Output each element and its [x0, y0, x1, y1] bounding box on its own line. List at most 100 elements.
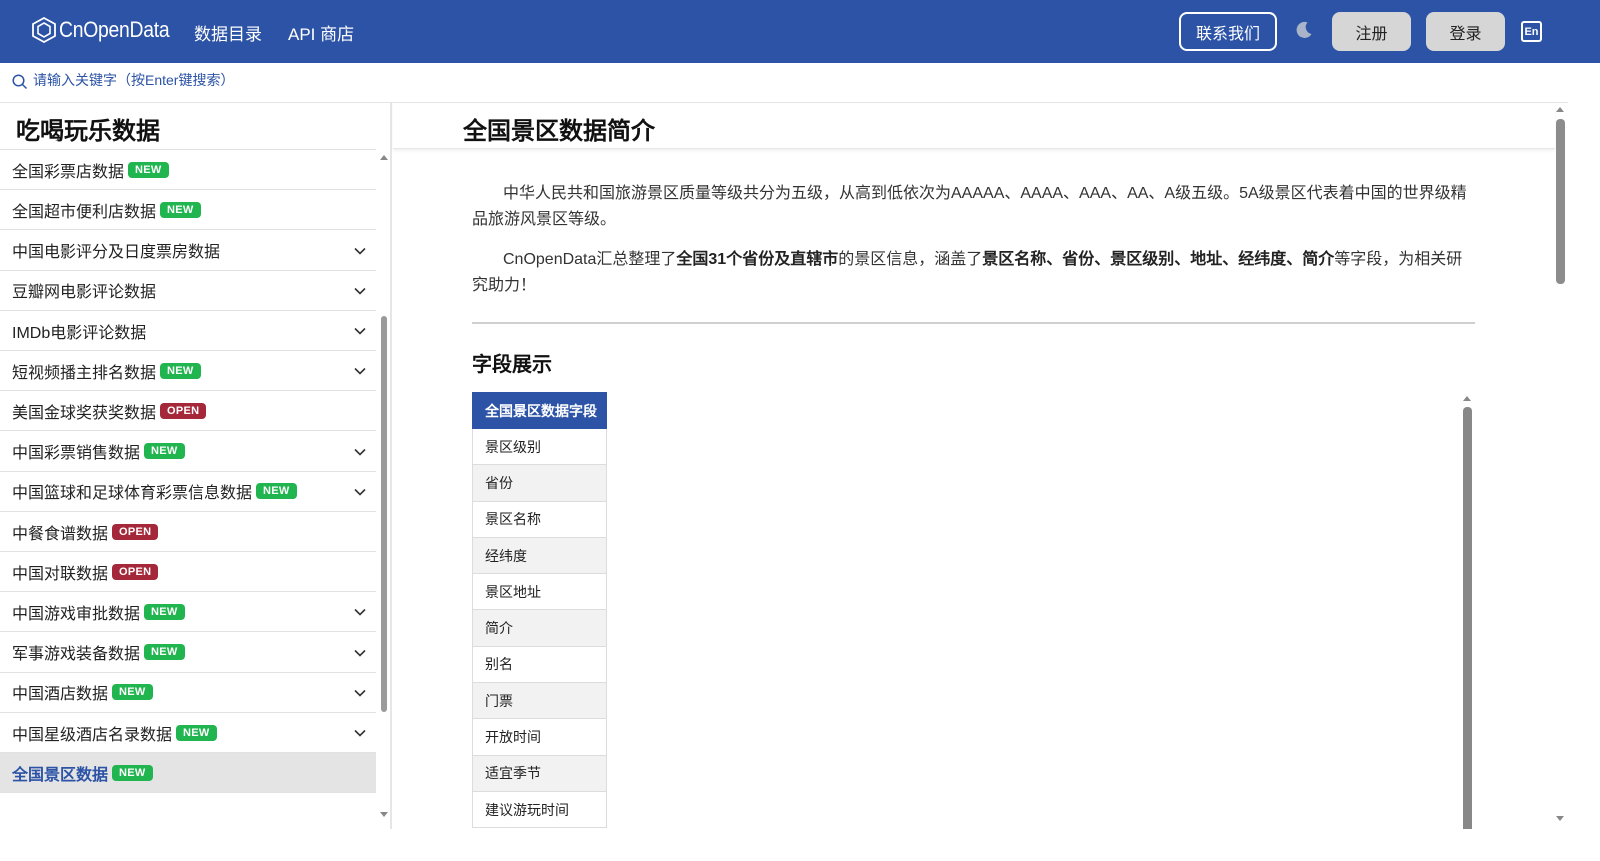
logo-text: CnOpenData: [59, 17, 170, 42]
chevron-down-icon[interactable]: [354, 245, 366, 257]
table-row: 景区名称: [472, 500, 607, 538]
login-button[interactable]: 登录: [1426, 12, 1505, 51]
sidebar-item[interactable]: 中国酒店数据 NEW: [0, 673, 376, 713]
sidebar-scroll-thumb[interactable]: [381, 316, 387, 712]
chevron-down-icon[interactable]: [354, 325, 366, 337]
search-input[interactable]: [33, 72, 533, 88]
field-name-cell: 别名: [472, 645, 607, 684]
sidebar-item-label: 中国彩票销售数据: [12, 445, 141, 463]
register-button[interactable]: 注册: [1332, 12, 1411, 51]
scroll-up-arrow-icon[interactable]: [380, 155, 388, 160]
sidebar-item[interactable]: 短视频播主排名数据 NEW: [0, 351, 376, 392]
sidebar-item-label: 豆瓣网电影评论数据: [12, 284, 157, 302]
table-scroll-thumb[interactable]: [1463, 407, 1472, 829]
main-header: 全国景区数据简介: [393, 103, 1555, 149]
logo-hexagon-icon: [32, 17, 56, 43]
status-badge: OPEN: [112, 563, 159, 580]
sidebar-item-label: 中国星级酒店名录数据: [12, 726, 173, 744]
chevron-down-icon[interactable]: [354, 285, 366, 297]
table-scroll-up-icon[interactable]: [1463, 396, 1471, 401]
chevron-down-icon[interactable]: [354, 365, 366, 377]
nav-data-catalog[interactable]: 数据目录: [194, 20, 262, 45]
field-name-cell: 景区地址: [472, 573, 607, 611]
page-scroll-thumb[interactable]: [1556, 119, 1565, 284]
sidebar-item-label: IMDb电影评论数据: [12, 324, 147, 342]
status-badge: NEW: [112, 684, 153, 701]
table-row: 经纬度: [472, 536, 607, 575]
sidebar-item[interactable]: 全国彩票店数据 NEW: [0, 150, 376, 191]
search-icon: [12, 74, 28, 90]
sidebar-item[interactable]: 中国对联数据 OPEN: [0, 552, 376, 593]
status-badge: NEW: [160, 201, 201, 218]
sidebar-item[interactable]: 全国Spa门店数据NEW: [0, 140, 376, 150]
table-row: 简介: [472, 609, 607, 647]
logo[interactable]: CnOpenData: [32, 17, 184, 43]
status-badge: NEW: [144, 603, 185, 620]
sidebar-item-label: 全国超市便利店数据: [12, 203, 157, 221]
sidebar-item-label: 中国游戏审批数据: [12, 605, 141, 623]
fields-table-header: 全国景区数据字段: [472, 392, 607, 429]
sidebar-item[interactable]: 中国游戏审批数据 NEW: [0, 592, 376, 633]
sidebar-item[interactable]: 豆瓣网电影评论数据: [0, 271, 376, 311]
text-span: 的景区信息，涵盖了: [838, 251, 983, 268]
sidebar-item-label: 全国Spa门店数据: [12, 140, 136, 142]
chevron-down-icon[interactable]: [354, 606, 366, 618]
nav-api-store[interactable]: API 商店: [288, 20, 354, 45]
field-name-cell: 省份: [472, 464, 607, 502]
status-badge: NEW: [128, 161, 169, 178]
sidebar-item-label: 美国金球奖获奖数据: [12, 404, 157, 422]
search-bar: [0, 63, 1568, 103]
sidebar: 吃喝玩乐数据 全国Spa门店数据NEW全国彩票店数据NEW全国超市便利店数据NE…: [0, 103, 392, 829]
language-icon[interactable]: En: [1521, 21, 1542, 42]
sidebar-item[interactable]: 中国星级酒店名录数据 NEW: [0, 713, 376, 753]
sidebar-item[interactable]: 中国电影评分及日度票房数据: [0, 231, 376, 271]
page-title: 全国景区数据简介: [463, 118, 655, 145]
field-name-cell: 经纬度: [472, 536, 607, 575]
status-badge: NEW: [176, 724, 217, 741]
sidebar-item[interactable]: IMDb电影评论数据: [0, 311, 376, 351]
page-scroll-down-icon[interactable]: [1556, 816, 1564, 821]
table-row: 景区地址: [472, 573, 607, 611]
sidebar-item[interactable]: 军事游戏装备数据 NEW: [0, 633, 376, 673]
sidebar-item[interactable]: 中餐食谱数据 OPEN: [0, 512, 376, 552]
intro-paragraph-2: CnOpenData汇总整理了全国31个省份及直辖市的景区信息，涵盖了景区名称、…: [472, 247, 1475, 299]
sidebar-item[interactable]: 中国彩票销售数据 NEW: [0, 432, 376, 472]
status-badge: NEW: [256, 483, 297, 500]
sidebar-item[interactable]: 全国超市便利店数据 NEW: [0, 190, 376, 231]
text-span: CnOpenData汇总整理了: [503, 251, 677, 268]
sidebar-item-label: 中国对联数据: [12, 565, 109, 583]
section-title-fields: 字段展示: [472, 354, 552, 376]
contact-us-button[interactable]: 联系我们: [1179, 12, 1277, 51]
status-badge: OPEN: [160, 402, 207, 419]
status-badge: NEW: [112, 764, 153, 781]
table-row: 别名: [472, 645, 607, 684]
sidebar-item-label: 短视频播主排名数据: [12, 364, 157, 382]
sidebar-item[interactable]: 全国景区数据 NEW: [0, 753, 376, 794]
status-badge: OPEN: [112, 523, 159, 540]
chevron-down-icon[interactable]: [354, 486, 366, 498]
sidebar-item[interactable]: 中国篮球和足球体育彩票信息数据 NEW: [0, 472, 376, 512]
table-row: 开放时间: [472, 718, 607, 756]
sidebar-item-label: 全国景区数据: [12, 766, 109, 784]
table-row: 景区级别: [472, 427, 607, 466]
sidebar-item-label: 中餐食谱数据: [12, 525, 109, 543]
content-divider: [472, 322, 1475, 324]
table-row: 建议游玩时间: [472, 790, 607, 829]
sidebar-item-label: 全国彩票店数据: [12, 163, 125, 181]
top-navbar: CnOpenData 数据目录 API 商店 联系我们 注册 登录 En: [0, 0, 1600, 63]
chevron-down-icon[interactable]: [354, 687, 366, 699]
field-name-cell: 简介: [472, 609, 607, 647]
status-badge: NEW: [160, 362, 201, 379]
fields-table: 全国景区数据字段 景区级别 省份 景区名称 经纬度 景区地址 简介 别名 门票 开放时间 适宜季节…: [472, 392, 607, 829]
status-badge: NEW: [144, 644, 185, 661]
sidebar-item[interactable]: 美国金球奖获奖数据 OPEN: [0, 391, 376, 432]
sidebar-item-label: 军事游戏装备数据: [12, 646, 141, 664]
chevron-down-icon[interactable]: [354, 446, 366, 458]
field-name-cell: 开放时间: [472, 718, 607, 756]
scroll-down-arrow-icon[interactable]: [380, 812, 388, 817]
chevron-down-icon[interactable]: [354, 647, 366, 659]
chevron-down-icon[interactable]: [354, 727, 366, 739]
moon-icon[interactable]: [1294, 20, 1314, 40]
page-scroll-up-icon[interactable]: [1556, 107, 1564, 112]
sidebar-item-label: 中国篮球和足球体育彩票信息数据: [12, 485, 253, 503]
